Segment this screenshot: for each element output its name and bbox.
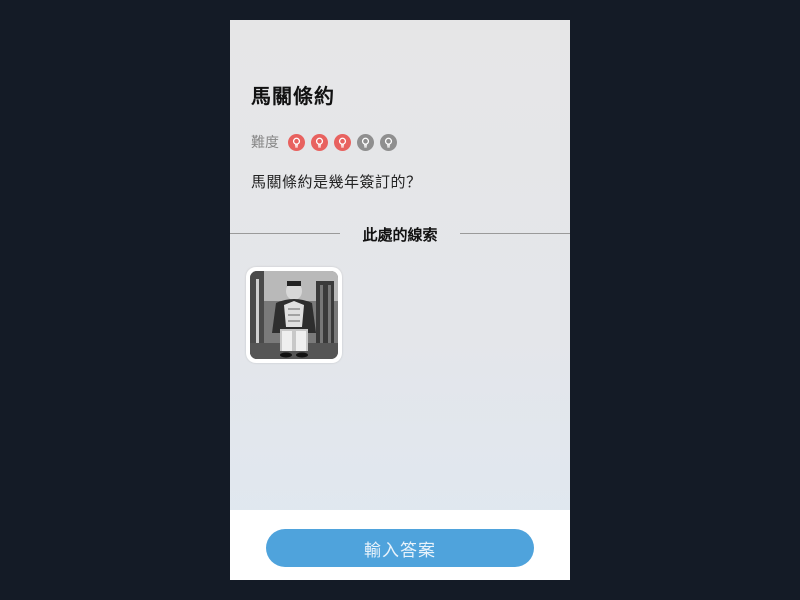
lightbulb-icon (380, 133, 397, 151)
bottom-bar: 輸入答案 (230, 510, 570, 580)
level-title: 馬關條約 (251, 84, 335, 108)
lightbulb-icon (311, 133, 328, 151)
difficulty-label: 難度 (251, 135, 279, 151)
lightbulb-icon (334, 133, 351, 151)
question-text: 馬關條約是幾年簽訂的？ (251, 173, 422, 191)
clues-section-title: 此處的線索 (362, 226, 438, 244)
divider-line-right (460, 233, 570, 234)
enter-answer-button[interactable]: 輸入答案 (266, 529, 534, 567)
difficulty-bulbs (288, 133, 403, 151)
lightbulb-icon (357, 133, 374, 151)
difficulty-rating: 難度 (251, 132, 403, 152)
app-screen: 馬關條約 難度 馬關條約是幾年簽訂的？ 此處的線索 輸入答案 (230, 20, 570, 580)
lightbulb-icon (288, 133, 305, 151)
divider-line-left (230, 233, 340, 234)
clues-section-header: 此處的線索 (230, 222, 570, 246)
clue-photo-card[interactable] (246, 267, 342, 363)
clue-photo-icon (250, 271, 338, 359)
